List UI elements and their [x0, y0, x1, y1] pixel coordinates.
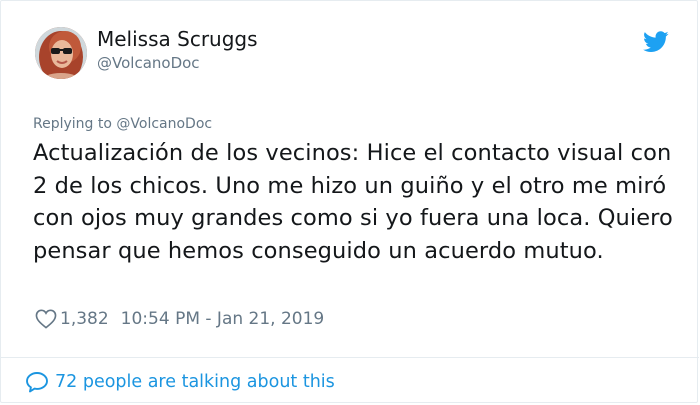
speech-bubble-icon	[26, 372, 48, 393]
divider	[1, 357, 699, 358]
replying-to-label: Replying to @VolcanoDoc	[33, 116, 212, 132]
avatar[interactable]	[35, 27, 87, 79]
conversation-link[interactable]: 72 people are talking about this	[25, 369, 335, 395]
conversation-text: 72 people are talking about this	[55, 372, 335, 392]
author-name[interactable]: Melissa Scruggs	[97, 27, 258, 51]
tweet-text: Actualización de los vecinos: Hice el co…	[33, 140, 673, 264]
tweet-meta: 1,382 10:54 PM - Jan 21, 2019	[35, 306, 324, 332]
like-count: 1,382	[60, 309, 109, 329]
replying-to-prefix: Replying to	[33, 116, 112, 132]
replying-to-handle-link[interactable]: @VolcanoDoc	[116, 116, 212, 132]
author-handle[interactable]: @VolcanoDoc	[97, 54, 200, 72]
heart-icon	[35, 309, 57, 329]
twitter-bird-icon[interactable]	[643, 31, 669, 53]
tweet-card: Melissa Scruggs @VolcanoDoc Replying to …	[0, 0, 699, 403]
like-button[interactable]: 1,382	[35, 309, 109, 329]
tweet-timestamp[interactable]: 10:54 PM - Jan 21, 2019	[121, 309, 325, 329]
avatar-photo-icon	[35, 27, 87, 79]
